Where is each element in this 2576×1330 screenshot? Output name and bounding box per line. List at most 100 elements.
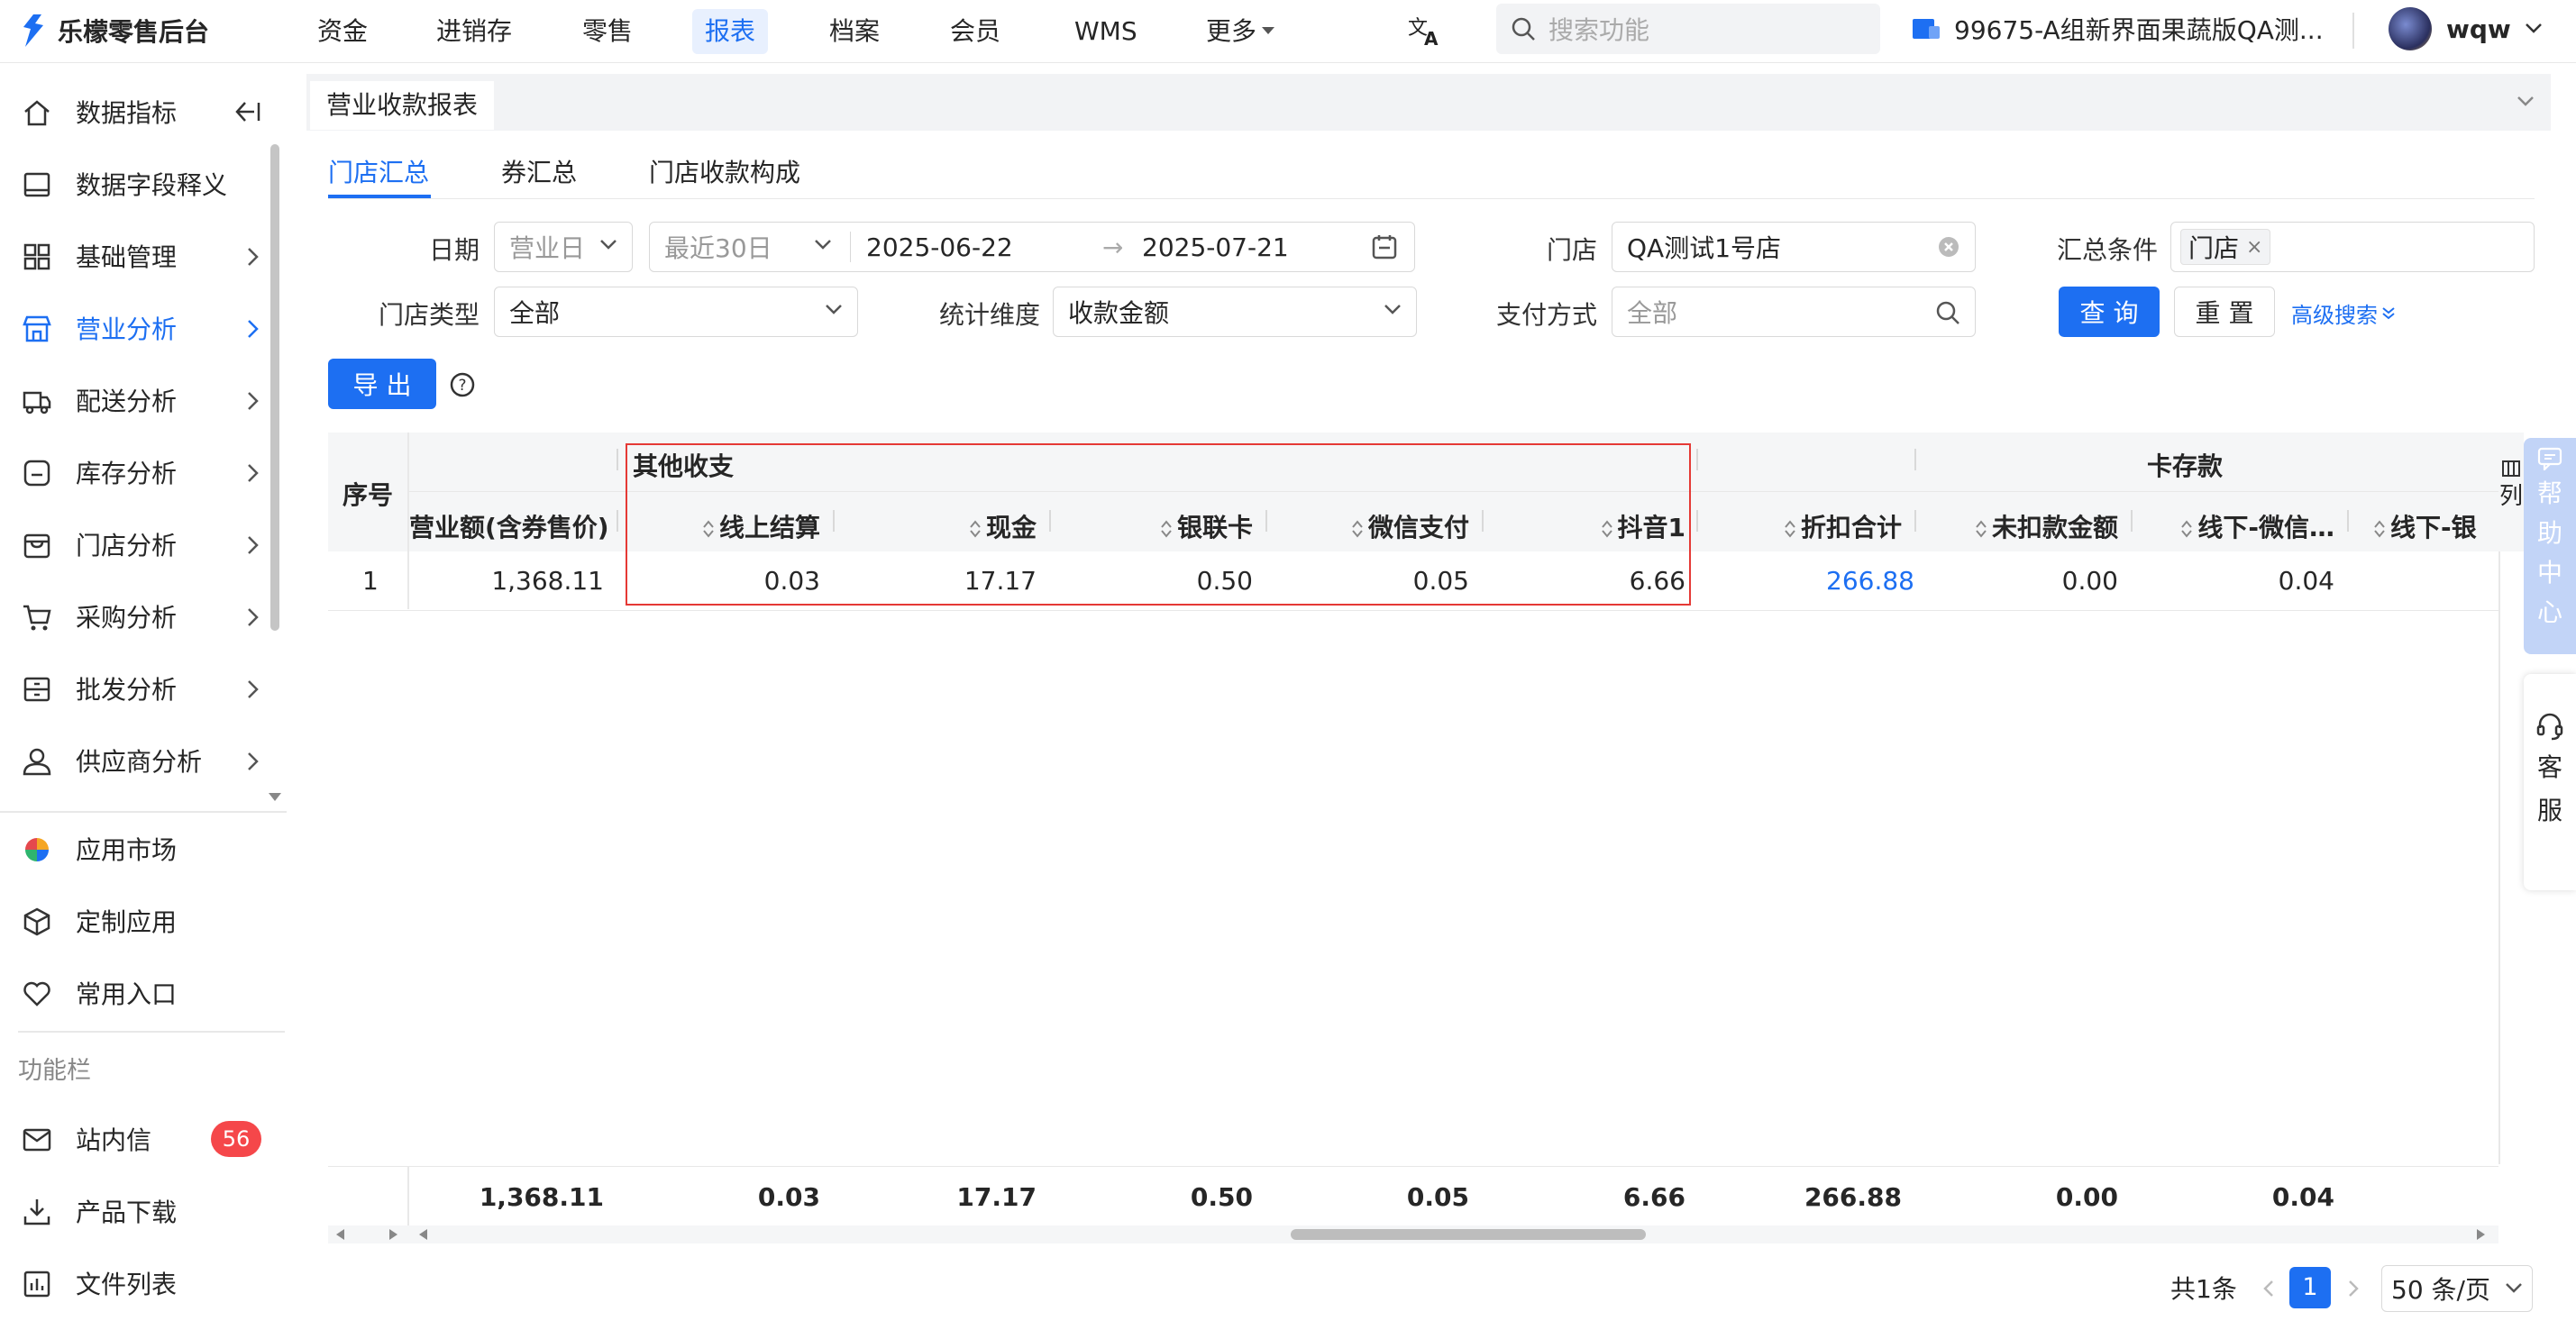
sidebar-item-business-analysis[interactable]: 营业分析 [0, 296, 270, 360]
export-button[interactable]: 导 出 [328, 359, 436, 409]
help-circle-icon[interactable]: ? [449, 371, 476, 398]
scroll-down-icon[interactable] [269, 793, 281, 802]
sidebar-scrollbar[interactable] [270, 144, 279, 631]
sidebar-item-purchase-analysis[interactable]: 采购分析 [0, 584, 270, 649]
sidebar-item-file-list[interactable]: 文件列表 [0, 1251, 270, 1316]
user-menu[interactable]: wqw [2389, 4, 2542, 54]
sidebar-label: 定制应用 [76, 907, 178, 937]
col-offline-wechat[interactable]: 线下-微信… [2145, 508, 2334, 544]
customer-service-button[interactable]: 客 服 [2524, 674, 2576, 890]
sidebar-item-inventory-analysis[interactable]: 库存分析 [0, 440, 270, 505]
cell-undeducted: 0.00 [2061, 566, 2118, 596]
sort-icon [2374, 520, 2385, 538]
payment-select[interactable]: 全部 [1612, 287, 1976, 337]
col-revenue[interactable]: 营业额(含券售价) [409, 508, 609, 544]
date-range-picker[interactable]: 最近30日 2025-06-22 → 2025-07-21 [649, 222, 1415, 272]
date-label: 日期 [428, 235, 480, 265]
col-discount-total[interactable]: 折扣合计 [1713, 508, 1902, 544]
cart-icon [23, 605, 51, 631]
sort-icon [2181, 520, 2193, 538]
section-title: 功能栏 [18, 1057, 91, 1085]
col-offline-unionpay[interactable]: 线下-银 [2374, 508, 2498, 544]
column-settings-button[interactable]: 列 [2498, 433, 2524, 551]
nav-reports[interactable]: 报表 [692, 9, 769, 54]
help-char: 中 [2536, 558, 2562, 588]
chevron-right-icon [248, 320, 259, 338]
sidebar-label: 配送分析 [76, 387, 178, 416]
nav-members[interactable]: 会员 [937, 9, 1013, 54]
sidebar-label: 供应商分析 [76, 747, 203, 777]
nav-retail[interactable]: 零售 [570, 9, 645, 54]
sidebar-item-store-analysis[interactable]: 门店分析 [0, 512, 270, 577]
tab-store-summary[interactable]: 门店汇总 [328, 153, 429, 189]
sidebar-divider [0, 811, 287, 813]
help-center-button[interactable]: 帮 助 中 心 [2524, 438, 2576, 654]
sidebar-item-field-glossary[interactable]: 数据字段释义 [0, 151, 270, 216]
sidebar-item-favorites[interactable]: 常用入口 [0, 961, 270, 1025]
date-end-input[interactable]: 2025-07-21 [1142, 232, 1289, 262]
next-page-icon[interactable] [2347, 1280, 2360, 1298]
search-placeholder: 搜索功能 [1548, 15, 1650, 45]
horizontal-scroll-thumb[interactable] [1291, 1229, 1646, 1240]
app-logo[interactable]: 乐檬零售后台 [20, 10, 209, 51]
nav-archive[interactable]: 档案 [817, 9, 892, 54]
row-divider [328, 610, 2498, 611]
nav-funds[interactable]: 资金 [305, 9, 380, 54]
nav-inventory[interactable]: 进销存 [424, 9, 525, 54]
nav-wms[interactable]: WMS [1062, 9, 1150, 54]
reset-button[interactable]: 重 置 [2174, 287, 2275, 337]
nav-more-label: 更多 [1206, 16, 1257, 46]
avatar [2389, 7, 2432, 50]
scroll-right-icon[interactable] [2475, 1229, 2486, 1240]
store-type-select[interactable]: 全部 [494, 287, 858, 337]
sidebar-item-inbox[interactable]: 站内信 56 [0, 1107, 270, 1171]
sidebar-label: 基础管理 [76, 242, 178, 272]
sidebar-item-app-market[interactable]: 应用市场 [0, 816, 270, 881]
search-input[interactable]: 搜索功能 [1496, 4, 1880, 54]
cell-seq: 1 [362, 566, 379, 596]
summary-select[interactable]: 门店 × [2170, 222, 2535, 272]
sidebar-item-wholesale-analysis[interactable]: 批发分析 [0, 656, 270, 721]
sidebar-item-custom-apps[interactable]: 定制应用 [0, 888, 270, 953]
store-switcher[interactable]: 99675-A组新界面果蔬版QA测... [1911, 4, 2324, 54]
store-type-label: 门店类型 [378, 300, 480, 330]
sidebar-item-supplier-analysis[interactable]: 供应商分析 [0, 728, 270, 793]
col-undeducted[interactable]: 未扣款金额 [1929, 508, 2118, 544]
date-type-select[interactable]: 营业日 [494, 222, 633, 272]
store-select[interactable]: QA测试1号店 [1612, 222, 1976, 272]
sidebar-item-metrics[interactable]: 数据指标 [0, 79, 270, 144]
summary-tag: 门店 × [2180, 229, 2271, 265]
sidebar-label: 批发分析 [76, 675, 178, 705]
page-tab[interactable]: 营业收款报表 [310, 81, 495, 130]
clear-icon[interactable] [1937, 235, 1960, 259]
translate-icon[interactable]: 文A [1408, 14, 1442, 47]
sidebar-item-delivery-analysis[interactable]: 配送分析 [0, 368, 270, 433]
logo-icon [23, 14, 43, 47]
scroll-left-icon[interactable] [418, 1229, 429, 1240]
scroll-left-icon[interactable] [335, 1229, 346, 1240]
page-1-button[interactable]: 1 [2289, 1267, 2331, 1308]
query-button[interactable]: 查 询 [2059, 287, 2160, 337]
store-type-value: 全部 [509, 298, 561, 328]
scroll-right-icon[interactable] [388, 1229, 398, 1240]
page-size-select[interactable]: 50 条/页 [2381, 1265, 2533, 1312]
search-icon [1936, 301, 1959, 324]
collapse-sidebar-icon[interactable] [234, 101, 261, 123]
date-start-input[interactable]: 2025-06-22 [866, 232, 1013, 262]
chevron-down-icon[interactable] [2517, 96, 2535, 108]
col-sep [1696, 449, 1698, 470]
calendar-icon[interactable] [1371, 233, 1398, 260]
sidebar-label: 站内信 [76, 1125, 152, 1155]
col-sep [2131, 510, 2133, 532]
nav-more[interactable]: 更多 [1193, 9, 1287, 54]
divider [850, 232, 851, 262]
advanced-search-link[interactable]: 高级搜索 [2291, 297, 2396, 329]
close-icon[interactable]: × [2246, 236, 2262, 259]
sidebar-item-basic-mgmt[interactable]: 基础管理 [0, 223, 270, 288]
sidebar-item-downloads[interactable]: 产品下载 [0, 1179, 270, 1243]
prev-page-icon[interactable] [2262, 1280, 2275, 1298]
cell-discount-total-link[interactable]: 266.88 [1713, 566, 1914, 596]
tab-store-receipt-composition[interactable]: 门店收款构成 [649, 153, 800, 189]
dimension-select[interactable]: 收款金额 [1053, 287, 1417, 337]
tab-coupon-summary[interactable]: 券汇总 [501, 153, 577, 189]
